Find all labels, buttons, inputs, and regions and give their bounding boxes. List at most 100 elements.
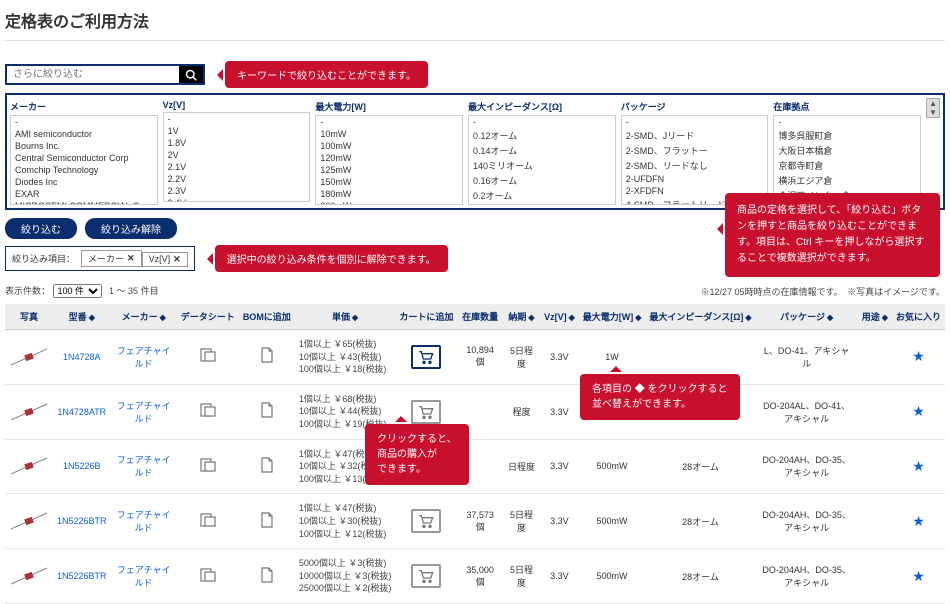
column-header[interactable]: Vz[V]◆ (540, 304, 579, 330)
filter-option[interactable]: 博多呉服町倉 (774, 128, 920, 143)
filter-option[interactable]: 2V (164, 149, 310, 161)
part-number-link[interactable]: 1N5226BTR (53, 494, 111, 549)
bom-add-icon[interactable] (260, 406, 274, 421)
filter-option[interactable]: - (316, 116, 462, 128)
filter-option[interactable]: 10mW (316, 128, 462, 140)
filter-option[interactable]: 横浜エジア倉 (774, 173, 920, 188)
filter-option[interactable]: 0.24オーム (469, 203, 615, 205)
filter-chip[interactable]: メーカー ✕ (81, 250, 142, 267)
bom-add-icon[interactable] (260, 461, 274, 476)
filter-option[interactable]: 120mW (316, 152, 462, 164)
filter-option[interactable]: 2-SMD、リードなし (622, 158, 768, 173)
filter-option[interactable]: 200mW (316, 200, 462, 205)
filter-option[interactable]: 1.8V (164, 137, 310, 149)
maker-link[interactable]: フェアチャイルド (111, 384, 177, 439)
filter-listbox[interactable]: -博多呉服町倉大阪日本橋倉京都寺町倉横浜エジア倉金沢西インター倉名古屋小田井倉浜… (773, 115, 921, 205)
sort-icon[interactable]: ◆ (569, 313, 575, 322)
filter-option[interactable]: 100mW (316, 140, 462, 152)
filter-option[interactable]: Comchip Technology (11, 164, 157, 176)
part-number-link[interactable]: 1N4728ATR (53, 384, 111, 439)
filter-listbox[interactable]: -1V1.8V2V2.1V2.2V2.3V2.4V (163, 112, 311, 202)
column-header[interactable]: 単価◆ (295, 304, 396, 330)
datasheet-icon[interactable] (200, 405, 216, 420)
filter-option[interactable]: 0.16オーム (469, 173, 615, 188)
filter-option[interactable]: Bourns Inc. (11, 140, 157, 152)
filter-option[interactable]: 2.4V (164, 197, 310, 202)
part-number-link[interactable]: 1N5226B (53, 439, 111, 494)
filter-option[interactable]: 2-UFDFN (622, 173, 768, 185)
chip-remove[interactable]: ✕ (127, 253, 135, 264)
column-header[interactable]: メーカー◆ (111, 304, 177, 330)
filter-option[interactable]: 2-SMD、Jリード (622, 128, 768, 143)
favorite-star[interactable]: ★ (912, 513, 925, 529)
search-input[interactable] (7, 66, 179, 83)
add-to-cart-button[interactable] (411, 564, 441, 588)
sort-icon[interactable]: ◆ (882, 313, 888, 322)
filter-option[interactable]: EXAR (11, 188, 157, 200)
bom-add-icon[interactable] (260, 516, 274, 531)
sort-icon[interactable]: ◆ (635, 313, 641, 322)
favorite-star[interactable]: ★ (912, 568, 925, 584)
add-to-cart-button[interactable] (411, 400, 441, 424)
datasheet-icon[interactable] (200, 570, 216, 585)
column-header[interactable]: 最大電力[W]◆ (579, 304, 646, 330)
filter-option[interactable]: 180mW (316, 188, 462, 200)
filter-option[interactable]: 150mW (316, 176, 462, 188)
filter-option[interactable]: 2.3V (164, 185, 310, 197)
sort-icon[interactable]: ◆ (160, 313, 166, 322)
filter-option[interactable]: 0.14オーム (469, 143, 615, 158)
chip-remove[interactable]: ✕ (173, 254, 181, 265)
filter-option[interactable]: Diodes Inc (11, 176, 157, 188)
filter-option[interactable]: - (469, 116, 615, 128)
filter-option[interactable]: 1V (164, 125, 310, 137)
filter-option[interactable]: 京都寺町倉 (774, 158, 920, 173)
sort-icon[interactable]: ◆ (827, 313, 833, 322)
column-header[interactable]: 用途◆ (858, 304, 892, 330)
datasheet-icon[interactable] (200, 350, 216, 365)
datasheet-icon[interactable] (200, 460, 216, 475)
part-number-link[interactable]: 1N5226BTR (53, 549, 111, 604)
filter-option[interactable]: 125mW (316, 164, 462, 176)
filter-scrollbar[interactable]: ▲▼ (926, 98, 940, 118)
filter-listbox[interactable]: -0.12オーム0.14オーム140ミリオーム0.16オーム0.2オーム0.24… (468, 115, 616, 205)
filter-option[interactable]: 2.2V (164, 173, 310, 185)
part-number-link[interactable]: 1N4728A (53, 330, 111, 385)
maker-link[interactable]: フェアチャイルド (111, 549, 177, 604)
filter-option[interactable]: 0.2オーム (469, 188, 615, 203)
column-header[interactable]: 型番◆ (53, 304, 111, 330)
maker-link[interactable]: フェアチャイルド (111, 330, 177, 385)
datasheet-icon[interactable] (200, 515, 216, 530)
filter-option[interactable]: - (622, 116, 768, 128)
add-to-cart-button[interactable] (411, 345, 441, 369)
filter-listbox[interactable]: -10mW100mW120mW125mW150mW180mW200mW (315, 115, 463, 205)
sort-icon[interactable]: ◆ (528, 313, 534, 322)
filter-listbox[interactable]: -2-SMD、Jリード2-SMD、フラットー2-SMD、リードなし2-UFDFN… (621, 115, 769, 205)
search-button[interactable] (179, 66, 203, 83)
filter-option[interactable]: - (11, 116, 157, 128)
column-header[interactable]: 最大インピーダンス[Ω]◆ (645, 304, 755, 330)
maker-link[interactable]: フェアチャイルド (111, 439, 177, 494)
filter-chip[interactable]: Vz[V] ✕ (142, 252, 188, 267)
filter-option[interactable]: 0.12オーム (469, 128, 615, 143)
filter-option[interactable]: 140ミリオーム (469, 158, 615, 173)
filter-option[interactable]: AMI semiconductor (11, 128, 157, 140)
add-to-cart-button[interactable] (411, 509, 441, 533)
filter-option[interactable]: Central Semiconductor Corp (11, 152, 157, 164)
favorite-star[interactable]: ★ (912, 348, 925, 364)
filter-option[interactable]: 2.1V (164, 161, 310, 173)
bom-add-icon[interactable] (260, 571, 274, 586)
clear-filter-button[interactable]: 絞り込み解除 (85, 218, 177, 239)
column-header[interactable]: パッケージ◆ (756, 304, 858, 330)
column-header[interactable]: 納期◆ (503, 304, 540, 330)
filter-option[interactable]: - (774, 116, 920, 128)
filter-option[interactable]: MICROSEMI COMMERCIAL COMPONENTS GROUP (11, 200, 157, 205)
filter-listbox[interactable]: -AMI semiconductorBourns Inc.Central Sem… (10, 115, 158, 205)
favorite-star[interactable]: ★ (912, 458, 925, 474)
filter-option[interactable]: 大阪日本橋倉 (774, 143, 920, 158)
bom-add-icon[interactable] (260, 351, 274, 366)
per-page-select[interactable]: 100 件 (53, 284, 102, 298)
filter-option[interactable]: - (164, 113, 310, 125)
sort-icon[interactable]: ◆ (352, 313, 358, 322)
maker-link[interactable]: フェアチャイルド (111, 494, 177, 549)
sort-icon[interactable]: ◆ (89, 313, 95, 322)
